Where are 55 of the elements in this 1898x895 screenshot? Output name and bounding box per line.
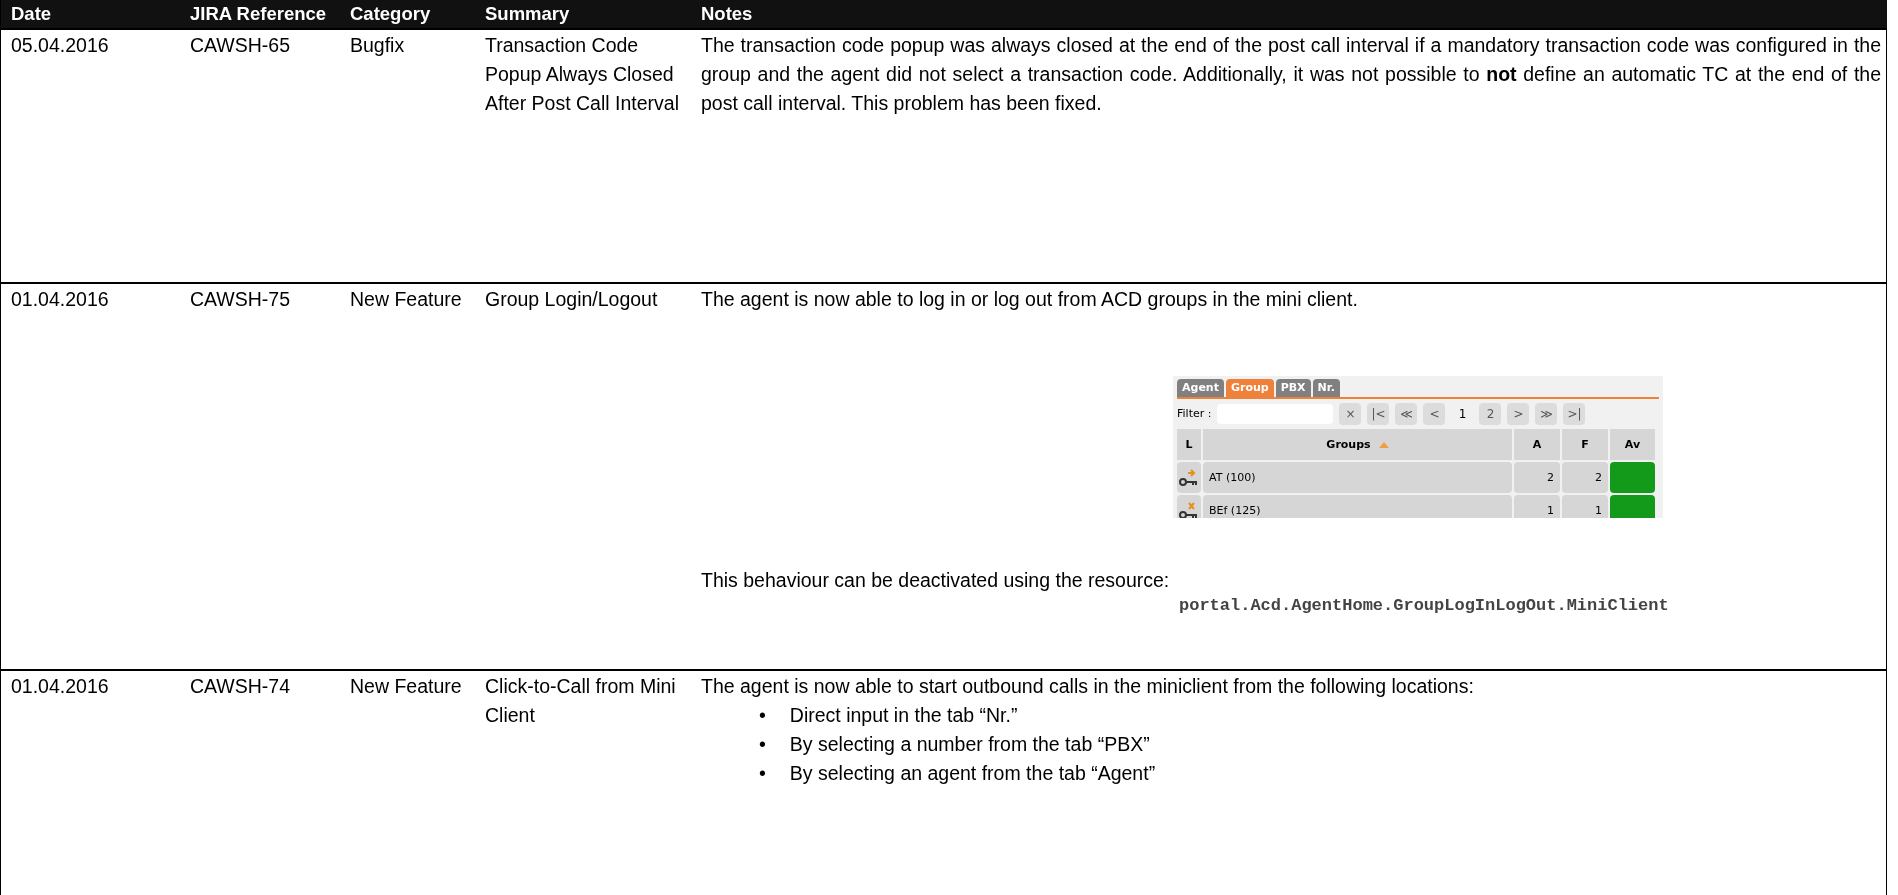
pager-button[interactable]: > bbox=[1507, 403, 1530, 425]
availability-cell bbox=[1610, 462, 1655, 493]
table-cell: BEf (125) bbox=[1203, 495, 1512, 518]
table-cell: CAWSH-75 bbox=[190, 288, 291, 310]
column-header: Date bbox=[1, 0, 180, 28]
table-cell: AT (100) bbox=[1203, 462, 1512, 493]
column-header: A bbox=[1514, 429, 1560, 460]
bullet-item: Direct input in the tab “Nr.” bbox=[789, 703, 1018, 728]
pager-button[interactable]: × bbox=[1339, 403, 1362, 425]
tab[interactable]: PBX bbox=[1275, 379, 1311, 397]
resource-name: portal.Acd.AgentHome.GroupLogInLogOut.MiniClient bbox=[1178, 595, 1670, 617]
bullet-item: By selecting an agent from the tab “Agent” bbox=[789, 761, 1156, 786]
table-cell: 1 bbox=[1514, 495, 1560, 518]
table-cell: New Feature bbox=[350, 288, 462, 310]
note-text: This behaviour can be deactivated using the resource: bbox=[701, 568, 1171, 593]
table-cell: CAWSH-74 bbox=[190, 675, 291, 697]
note-text: The agent is now able to start outbound calls in the miniclient from the following locations: bbox=[701, 674, 1475, 699]
note-text: The transaction code popup was always closed at the end of the post call interval if a mandatory transaction code was configured in the group and the agent did not select a transaction code. Additionally, it was not possible to not define an automatic TC at the end of the post call interval. This problem has been fixed. bbox=[701, 33, 1881, 116]
table-cell: 2 bbox=[1514, 462, 1560, 493]
page-button[interactable]: 2 bbox=[1479, 403, 1502, 425]
availability-cell bbox=[1610, 495, 1655, 518]
pager-button[interactable]: ≪ bbox=[1395, 403, 1418, 425]
column-header: Summary bbox=[475, 0, 691, 28]
bullet-icon: • bbox=[759, 730, 766, 759]
table-cell: 01.04.2016 bbox=[11, 675, 109, 697]
table-cell: Transaction Code Popup Always Closed After Post Call Interval bbox=[485, 34, 679, 114]
column-header: L bbox=[1177, 429, 1201, 460]
column-header: Av bbox=[1610, 429, 1655, 460]
table-cell: 2 bbox=[1562, 462, 1608, 493]
table-cell: Group Login/Logout bbox=[485, 288, 658, 310]
column-header: Category bbox=[340, 0, 475, 28]
bullet-item: By selecting a number from the tab “PBX” bbox=[789, 732, 1150, 757]
tab[interactable]: Nr. bbox=[1312, 379, 1340, 397]
bullet-icon: • bbox=[759, 759, 766, 788]
column-header: Groups bbox=[1326, 437, 1371, 453]
filter-label: Filter : bbox=[1177, 407, 1212, 421]
page-button[interactable]: 1 bbox=[1451, 403, 1474, 425]
note-text: The agent is now able to log in or log out from ACD groups in the mini client. bbox=[701, 287, 1359, 312]
pager-button[interactable]: ≫ bbox=[1535, 403, 1558, 425]
table-cell: 05.04.2016 bbox=[11, 34, 109, 56]
pager-button[interactable]: |< bbox=[1367, 403, 1390, 425]
sort-up-icon[interactable] bbox=[1378, 441, 1389, 448]
tab[interactable]: Agent bbox=[1177, 379, 1224, 397]
bullet-icon: • bbox=[759, 701, 766, 730]
pager-button[interactable]: < bbox=[1423, 403, 1446, 425]
table-cell: New Feature bbox=[350, 675, 462, 697]
pager-button[interactable]: >| bbox=[1563, 403, 1586, 425]
table-cell: 01.04.2016 bbox=[11, 288, 109, 310]
table-cell: Click-to-Call from Mini Client bbox=[485, 675, 676, 726]
table-cell: CAWSH-65 bbox=[190, 34, 291, 56]
column-header: F bbox=[1562, 429, 1608, 460]
table-cell: Bugfix bbox=[350, 34, 405, 56]
column-header: JIRA Reference bbox=[180, 0, 340, 28]
table-cell: 1 bbox=[1562, 495, 1608, 518]
column-header: Notes bbox=[691, 0, 1887, 28]
